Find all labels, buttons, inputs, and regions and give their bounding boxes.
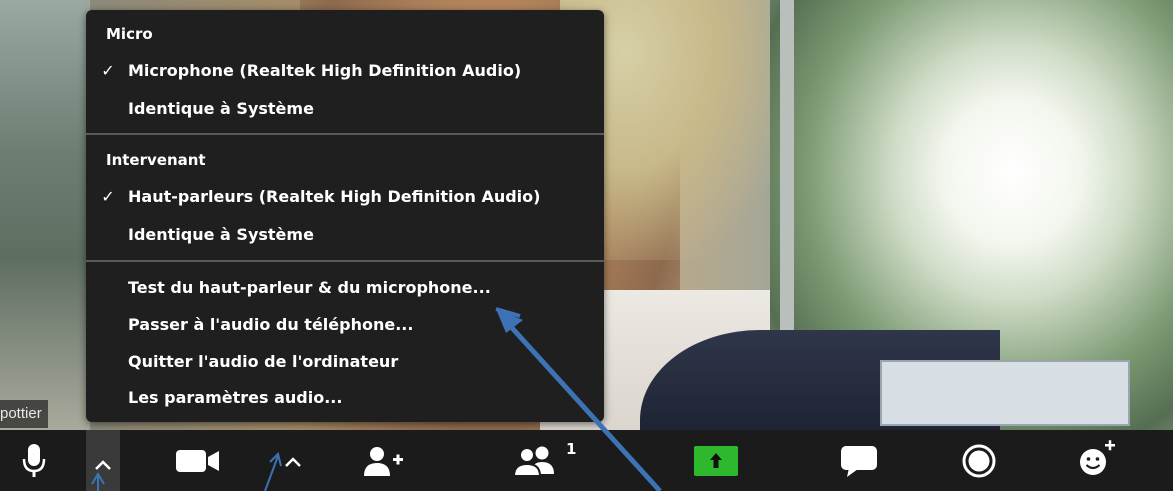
mute-button[interactable] (16, 440, 52, 482)
video-camera-icon (175, 448, 221, 474)
reactions-icon (1076, 438, 1118, 480)
menu-item-label: Haut-parleurs (Realtek High Definition A… (128, 187, 541, 206)
start-video-button[interactable] (175, 446, 221, 476)
micro-section-header: Micro (106, 25, 153, 43)
menu-item-label: Les paramètres audio... (128, 388, 343, 407)
audio-menu: Micro ✓ Microphone (Realtek High Definit… (86, 10, 604, 422)
video-options-button[interactable] (282, 452, 304, 472)
menu-item-label: Microphone (Realtek High Definition Audi… (128, 61, 522, 80)
participants-count-badge: 1 (566, 440, 577, 458)
reactions-button[interactable] (1076, 438, 1118, 480)
menu-item-test-speaker-microphone[interactable]: Test du haut-parleur & du microphone... (86, 271, 604, 305)
invite-button[interactable] (362, 443, 406, 479)
menu-item-label: Quitter l'audio de l'ordinateur (128, 352, 399, 371)
chat-button[interactable] (838, 444, 880, 478)
audio-options-button[interactable] (86, 450, 120, 480)
chevron-up-icon (94, 459, 112, 471)
menu-item-microphone-same-as-system[interactable]: Identique à Système (86, 92, 604, 126)
share-screen-button[interactable] (694, 446, 738, 476)
menu-item-label: Test du haut-parleur & du microphone... (128, 278, 491, 297)
menu-separator (86, 260, 604, 262)
menu-item-speaker-same-as-system[interactable]: Identique à Système (86, 218, 604, 252)
menu-item-speaker-realtek[interactable]: ✓ Haut-parleurs (Realtek High Definition… (86, 180, 604, 214)
participant-name-tag: pottier (0, 400, 48, 428)
record-icon (961, 443, 997, 479)
video-sign (880, 360, 1130, 426)
participants-button[interactable] (512, 443, 558, 479)
checkmark-icon: ✓ (101, 61, 115, 80)
invite-icon (362, 444, 406, 478)
microphone-icon (22, 443, 46, 479)
speaker-section-header: Intervenant (106, 151, 206, 169)
video-background-left (0, 0, 90, 430)
record-button[interactable] (960, 442, 998, 480)
share-screen-icon (694, 446, 738, 476)
menu-separator (86, 133, 604, 135)
participants-icon (512, 444, 558, 478)
menu-item-leave-computer-audio[interactable]: Quitter l'audio de l'ordinateur (86, 345, 604, 379)
menu-item-switch-to-phone-audio[interactable]: Passer à l'audio du téléphone... (86, 308, 604, 342)
chat-icon (839, 444, 879, 478)
menu-item-label: Identique à Système (128, 225, 314, 244)
menu-item-microphone-realtek[interactable]: ✓ Microphone (Realtek High Definition Au… (86, 54, 604, 88)
checkmark-icon: ✓ (101, 187, 115, 206)
menu-item-audio-settings[interactable]: Les paramètres audio... (86, 381, 604, 415)
chevron-up-icon (284, 456, 302, 468)
menu-item-label: Identique à Système (128, 99, 314, 118)
menu-item-label: Passer à l'audio du téléphone... (128, 315, 414, 334)
